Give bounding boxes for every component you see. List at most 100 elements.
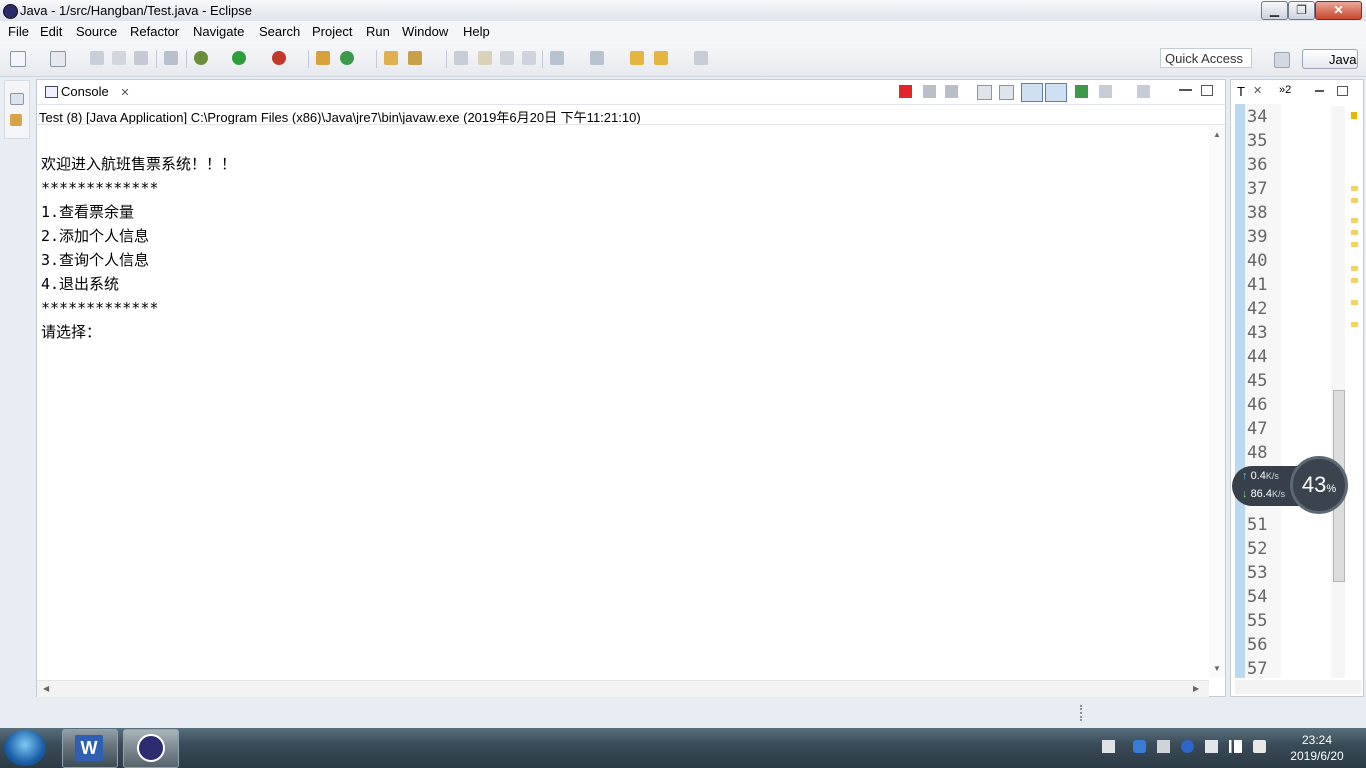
forward-icon[interactable] — [694, 51, 708, 65]
scroll-left-icon[interactable]: ◀ — [43, 684, 49, 693]
title-bar: Java - 1/src/Hangban/Test.java - Eclipse… — [0, 0, 1366, 21]
overview-marker[interactable] — [1351, 218, 1358, 223]
skip-breakpoints-icon[interactable] — [164, 51, 178, 65]
console-horizontal-scrollbar[interactable]: ◀ ▶ — [37, 680, 1209, 697]
overview-marker[interactable] — [1351, 230, 1358, 235]
status-bar — [0, 697, 1366, 728]
minimize-view-icon[interactable] — [1179, 89, 1192, 91]
editor-vertical-scrollbar[interactable] — [1331, 106, 1345, 678]
start-button[interactable] — [4, 730, 46, 766]
editor-pane: T ✕ »2 34 35 36 37 38 39 40 41 42 43 44 … — [1230, 79, 1364, 697]
remove-all-icon[interactable] — [945, 85, 958, 98]
device-icon[interactable] — [1157, 740, 1170, 753]
minimized-view-trim — [4, 80, 30, 139]
last-edit-icon[interactable] — [630, 51, 644, 65]
tab-overflow-button[interactable]: »2 — [1279, 84, 1291, 96]
quick-access-input[interactable]: Quick Access — [1160, 48, 1252, 68]
download-unit: K/s — [1271, 489, 1285, 499]
run-icon[interactable] — [232, 51, 246, 65]
console-vertical-scrollbar[interactable]: ▲ ▼ — [1209, 126, 1225, 678]
overview-marker[interactable] — [1351, 278, 1358, 283]
volume-muted-icon[interactable] — [1253, 740, 1266, 753]
minimize-view-icon[interactable] — [1315, 90, 1324, 92]
menu-file[interactable]: File — [8, 24, 29, 39]
overview-marker[interactable] — [1351, 242, 1358, 247]
overview-warning-icon[interactable] — [1351, 112, 1357, 119]
open-console-icon[interactable] — [1137, 85, 1150, 98]
console-output[interactable]: 欢迎进入航班售票系统！！！ ************* 1.查看票余量 2.添加… — [41, 152, 236, 344]
scroll-down-icon[interactable]: ▼ — [1213, 664, 1221, 673]
scroll-up-icon[interactable]: ▲ — [1213, 130, 1221, 139]
menu-run[interactable]: Run — [366, 24, 390, 39]
new-icon[interactable] — [10, 51, 26, 67]
network-speed-widget[interactable]: ↑ 0.4K/s ↓ 86.4K/s 43% — [1232, 456, 1354, 516]
block-select-icon[interactable] — [500, 51, 514, 65]
security-shield-icon[interactable] — [1133, 740, 1146, 753]
menu-refactor[interactable]: Refactor — [130, 24, 179, 39]
scroll-lock-icon[interactable] — [999, 85, 1014, 100]
menu-source[interactable]: Source — [76, 24, 117, 39]
editor-horizontal-scrollbar[interactable] — [1235, 680, 1361, 694]
menu-edit[interactable]: Edit — [40, 24, 62, 39]
scroll-right-icon[interactable]: ▶ — [1193, 684, 1199, 693]
maximize-button[interactable]: ❐ — [1288, 1, 1315, 20]
line-number: 46 — [1247, 395, 1268, 415]
tab-console[interactable]: Console ✕ — [39, 80, 138, 104]
overview-marker[interactable] — [1351, 300, 1358, 305]
taskbar-word[interactable]: W — [62, 729, 118, 768]
new-class-icon[interactable] — [340, 51, 354, 65]
new-package-icon[interactable] — [50, 51, 66, 67]
maximize-view-icon[interactable] — [1337, 86, 1348, 96]
overview-marker[interactable] — [1351, 266, 1358, 271]
menu-navigate[interactable]: Navigate — [193, 24, 244, 39]
show-on-stderr-icon[interactable] — [1045, 83, 1067, 102]
keyboard-icon[interactable] — [1102, 740, 1115, 753]
package-explorer-icon[interactable] — [10, 114, 22, 126]
remove-launch-icon[interactable] — [923, 85, 936, 98]
system-clock[interactable]: 23:24 2019/6/20 — [1286, 732, 1348, 764]
new-java-project-icon[interactable] — [316, 51, 330, 65]
close-icon[interactable]: ✕ — [1253, 84, 1262, 97]
console-icon — [45, 86, 58, 98]
line-number: 43 — [1247, 323, 1268, 343]
save-all-icon[interactable] — [112, 51, 126, 65]
maximize-view-icon[interactable] — [1201, 85, 1213, 96]
upload-speed: 0.4 — [1250, 470, 1266, 482]
editor-tab[interactable]: T — [1237, 84, 1245, 99]
status-handle[interactable] — [1080, 705, 1084, 721]
terminate-icon[interactable] — [899, 85, 912, 98]
overview-marker[interactable] — [1351, 198, 1358, 203]
display-console-icon[interactable] — [1099, 85, 1112, 98]
coverage-icon[interactable] — [272, 51, 286, 65]
taskbar-eclipse[interactable] — [123, 729, 179, 768]
show-whitespace-icon[interactable] — [522, 51, 536, 65]
bluetooth-icon[interactable] — [1181, 740, 1194, 753]
close-button[interactable]: ✕ — [1315, 1, 1362, 20]
debug-icon[interactable] — [194, 51, 208, 65]
overview-marker[interactable] — [1351, 186, 1358, 191]
menu-help[interactable]: Help — [463, 24, 490, 39]
menu-project[interactable]: Project — [312, 24, 352, 39]
back-icon[interactable] — [654, 51, 668, 65]
save-icon[interactable] — [90, 51, 104, 65]
clear-console-icon[interactable] — [977, 85, 992, 100]
pen-icon[interactable] — [478, 51, 492, 65]
prev-annotation-icon[interactable] — [590, 51, 604, 65]
menu-search[interactable]: Search — [259, 24, 300, 39]
show-on-stdout-icon[interactable] — [1021, 83, 1043, 102]
usb-icon[interactable] — [1205, 740, 1218, 753]
close-icon[interactable]: ✕ — [120, 87, 129, 99]
toggle-mark-icon[interactable] — [454, 51, 468, 65]
next-annotation-icon[interactable] — [550, 51, 564, 65]
print-icon[interactable] — [134, 51, 148, 65]
overview-marker[interactable] — [1351, 322, 1358, 327]
open-perspective-icon[interactable] — [1274, 52, 1290, 68]
minimize-button[interactable]: ▁ — [1261, 1, 1288, 20]
search-icon[interactable] — [408, 51, 422, 65]
pin-console-icon[interactable] — [1075, 85, 1088, 98]
open-type-icon[interactable] — [384, 51, 398, 65]
restore-icon[interactable] — [10, 93, 24, 105]
java-perspective-button[interactable]: Java — [1302, 49, 1358, 69]
network-signal-icon[interactable] — [1229, 740, 1242, 753]
menu-window[interactable]: Window — [402, 24, 448, 39]
